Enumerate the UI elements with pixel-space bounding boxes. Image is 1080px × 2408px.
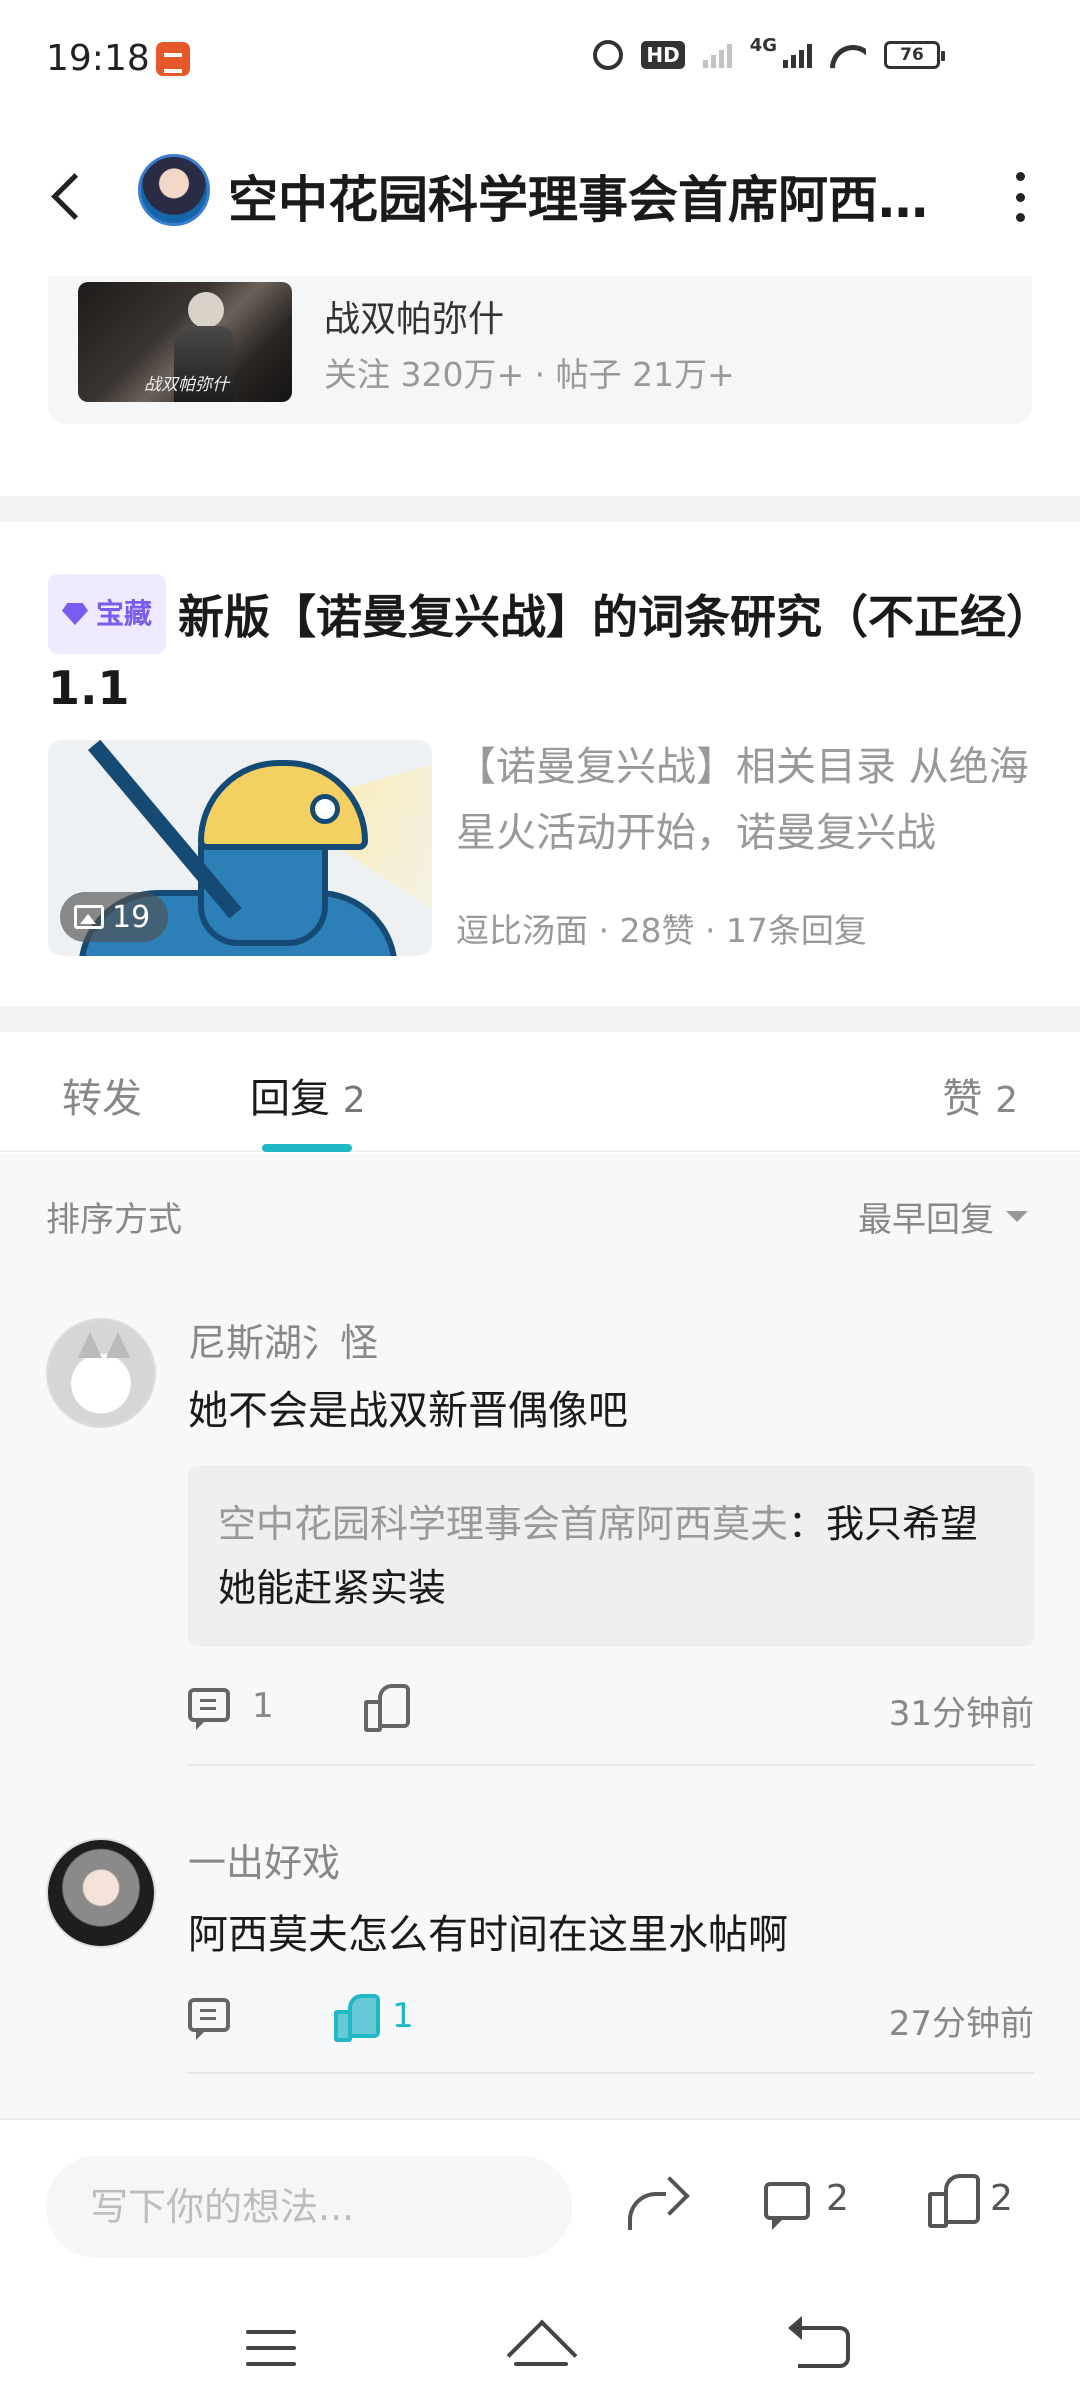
referenced-post[interactable]: 宝藏 新版【诺曼复兴战】的词条研究（不正经）1.1 19 【诺曼复兴战】相关目录 …	[48, 574, 1032, 956]
forum-stats: 关注 320万+ · 帖子 21万+	[324, 355, 735, 394]
post-title: 新版【诺曼复兴战】的词条研究（不正经）1.1	[48, 590, 1030, 715]
status-bar: 19:18 HD 4G 76	[0, 0, 1080, 120]
comment-item: 一出好戏 阿西莫夫怎么有时间在这里水帖啊 1 27分钟前	[0, 1790, 1080, 2070]
signal-icon-sim1	[783, 42, 812, 68]
treasure-badge: 宝藏	[48, 574, 167, 654]
forum-thumbnail-caption: 战双帕弥什	[144, 375, 229, 395]
post-excerpt: 【诺曼复兴战】相关目录 从绝海星火活动开始，诺曼复兴战	[456, 744, 1029, 856]
forum-card[interactable]: 战双帕弥什 战双帕弥什 关注 320万+ · 帖子 21万+	[48, 276, 1032, 424]
comment-divider	[188, 1764, 1034, 1766]
comment-icon[interactable]	[764, 2182, 810, 2230]
section-divider	[0, 496, 1080, 522]
more-options-icon[interactable]	[1010, 172, 1030, 222]
tab-like-count: 2	[995, 1080, 1018, 1121]
tab-reply-label: 回复	[250, 1076, 330, 1122]
like-count: 1	[392, 1996, 414, 2036]
battery-icon: 76	[884, 41, 945, 69]
share-icon[interactable]	[628, 2180, 682, 2230]
like-count: 2	[990, 2178, 1013, 2219]
commenter-name[interactable]: 一出好戏	[188, 1832, 340, 1887]
gem-icon	[62, 603, 88, 625]
image-icon	[74, 905, 104, 929]
status-indicators: HD 4G 76	[593, 35, 945, 70]
quoted-reply-author[interactable]: 空中花园科学理事会首席阿西莫夫	[218, 1502, 788, 1546]
system-back-icon[interactable]	[788, 2316, 850, 2368]
system-navigation-bar	[0, 2286, 1080, 2408]
caret-down-icon	[1006, 1211, 1028, 1222]
miner-lamp	[310, 794, 340, 824]
commenter-avatar[interactable]	[46, 1318, 156, 1428]
tab-reply-count: 2	[342, 1080, 366, 1121]
sort-dropdown[interactable]: 最早回复	[858, 1192, 1028, 1241]
interaction-tabs: 转发 回复 2 赞 2	[0, 1032, 1080, 1152]
tab-like[interactable]: 赞 2	[942, 1066, 1018, 1124]
comment-actions: 1 27分钟前	[188, 1990, 1034, 2050]
reply-count: 1	[252, 1686, 274, 1726]
tab-like-label: 赞	[942, 1076, 983, 1122]
author-avatar[interactable]	[138, 154, 210, 226]
like-icon-active[interactable]	[334, 1994, 380, 2042]
section-divider	[0, 1006, 1080, 1032]
comment-text: 她不会是战双新晋偶像吧	[188, 1388, 628, 1434]
comment-divider	[188, 2072, 1034, 2074]
page-title: 空中花园科学理事会首席阿西莫夫	[228, 171, 928, 229]
image-count: 19	[112, 899, 151, 935]
app-notification-icon	[156, 42, 190, 76]
like-icon[interactable]	[928, 2174, 980, 2228]
comment-count: 2	[826, 2178, 849, 2219]
comment-text: 阿西莫夫怎么有时间在这里水帖啊	[188, 1912, 788, 1958]
comment-item: 尼斯湖氵怪 她不会是战双新晋偶像吧 空中花园科学理事会首席阿西莫夫：我只希望她能…	[0, 1290, 1080, 1760]
status-time: 19:18	[46, 38, 150, 79]
sort-value: 最早回复	[858, 1200, 994, 1240]
comment-time: 31分钟前	[888, 1694, 1034, 1734]
tab-forward[interactable]: 转发	[62, 1066, 142, 1124]
home-icon[interactable]	[508, 2324, 574, 2370]
hd-icon: HD	[641, 41, 685, 69]
forum-name: 战双帕弥什	[324, 299, 505, 340]
treasure-badge-label: 宝藏	[96, 597, 153, 630]
tab-reply[interactable]: 回复 2	[250, 1066, 366, 1124]
comment-actions: 1 31分钟前	[188, 1680, 1034, 1740]
image-count-badge: 19	[60, 892, 169, 942]
post-thumbnail[interactable]: 19	[48, 740, 432, 956]
reply-icon[interactable]	[188, 1688, 230, 1730]
network-type-label: 4G	[749, 34, 777, 56]
reply-icon[interactable]	[188, 1998, 230, 2040]
active-tab-indicator	[262, 1144, 352, 1152]
commenter-avatar[interactable]	[46, 1838, 156, 1948]
top-nav-header: 空中花园科学理事会首席阿西莫夫	[0, 130, 1080, 260]
comment-time: 27分钟前	[888, 2004, 1034, 2044]
signal-icon-sim2	[702, 42, 732, 68]
post-title-block: 宝藏 新版【诺曼复兴战】的词条研究（不正经）1.1	[48, 574, 1032, 722]
back-arrow-icon[interactable]	[48, 168, 88, 224]
comment-input[interactable]	[46, 2156, 572, 2258]
quoted-reply-separator: ：	[788, 1502, 827, 1546]
post-meta: 逗比汤面 · 28赞 · 17条回复	[456, 911, 867, 950]
miner-helmet	[198, 760, 368, 850]
bottom-action-bar: 2 2	[0, 2118, 1080, 2286]
wifi-icon	[830, 41, 866, 69]
commenter-name[interactable]: 尼斯湖氵怪	[188, 1312, 378, 1367]
alarm-icon	[593, 40, 624, 70]
sort-label: 排序方式	[46, 1200, 182, 1240]
forum-thumbnail: 战双帕弥什	[78, 282, 292, 402]
like-icon[interactable]	[364, 1684, 410, 1732]
recent-apps-icon[interactable]	[246, 2330, 296, 2366]
quoted-reply[interactable]: 空中花园科学理事会首席阿西莫夫：我只希望她能赶紧实装	[188, 1466, 1034, 1646]
